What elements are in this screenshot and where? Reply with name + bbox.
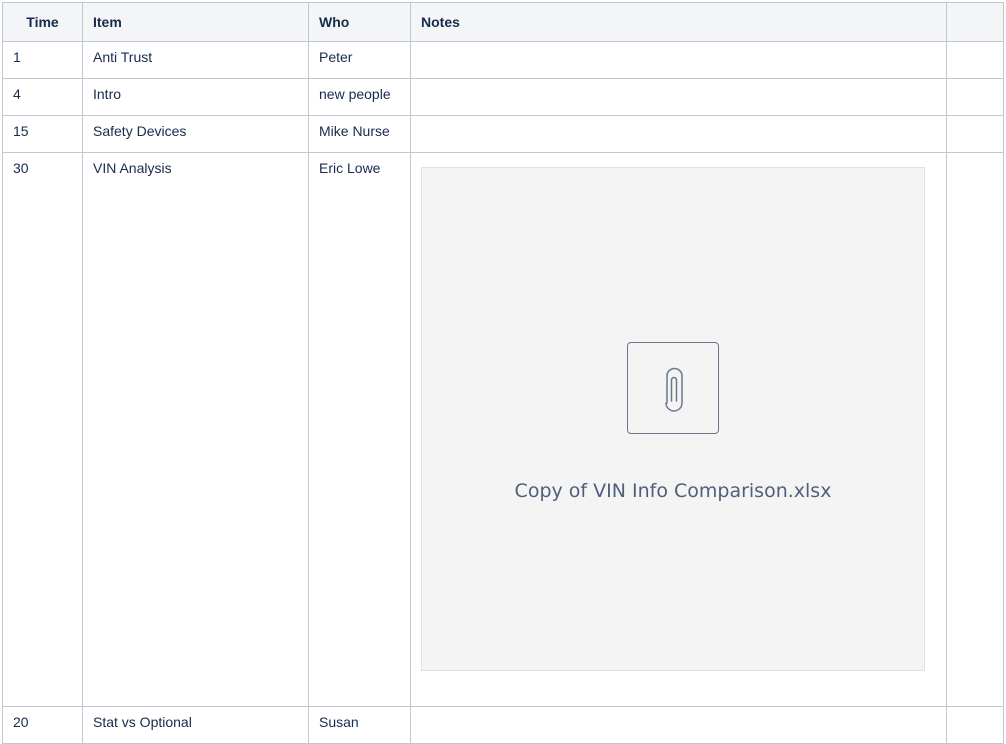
header-notes: Notes	[410, 2, 947, 42]
table-row: 20 Stat vs Optional Susan	[2, 706, 1004, 744]
cell-extra	[946, 706, 1004, 744]
cell-notes: Copy of VIN Info Comparison.xlsx	[410, 152, 947, 707]
cell-notes	[410, 706, 947, 744]
table-row: 15 Safety Devices Mike Nurse	[2, 115, 1004, 153]
cell-who: Peter	[308, 41, 411, 79]
agenda-table: Time Item Who Notes 1 Anti Trust Peter 4…	[2, 2, 1004, 744]
file-attachment-preview[interactable]: Copy of VIN Info Comparison.xlsx	[421, 167, 925, 671]
table-row: 4 Intro new people	[2, 78, 1004, 116]
paperclip-icon	[627, 342, 719, 434]
cell-who: Susan	[308, 706, 411, 744]
cell-extra	[946, 41, 1004, 79]
cell-time: 20	[2, 706, 83, 744]
attachment-filename: Copy of VIN Info Comparison.xlsx	[514, 480, 832, 502]
header-item: Item	[82, 2, 309, 42]
table-row: 30 VIN Analysis Eric Lowe Copy of VIN In…	[2, 152, 1004, 707]
header-row: Time Item Who Notes	[2, 2, 1004, 42]
cell-notes	[410, 115, 947, 153]
cell-item: Safety Devices	[82, 115, 309, 153]
cell-extra	[946, 78, 1004, 116]
cell-time: 15	[2, 115, 83, 153]
header-time: Time	[2, 2, 83, 42]
cell-extra	[946, 115, 1004, 153]
cell-who: Mike Nurse	[308, 115, 411, 153]
cell-item: VIN Analysis	[82, 152, 309, 707]
cell-item: Stat vs Optional	[82, 706, 309, 744]
cell-item: Intro	[82, 78, 309, 116]
cell-item: Anti Trust	[82, 41, 309, 79]
cell-time: 1	[2, 41, 83, 79]
table-row: 1 Anti Trust Peter	[2, 41, 1004, 79]
cell-who: Eric Lowe	[308, 152, 411, 707]
header-extra	[946, 2, 1004, 42]
cell-time: 4	[2, 78, 83, 116]
cell-who: new people	[308, 78, 411, 116]
cell-notes	[410, 41, 947, 79]
header-who: Who	[308, 2, 411, 42]
cell-notes	[410, 78, 947, 116]
cell-extra	[946, 152, 1004, 707]
cell-time: 30	[2, 152, 83, 707]
